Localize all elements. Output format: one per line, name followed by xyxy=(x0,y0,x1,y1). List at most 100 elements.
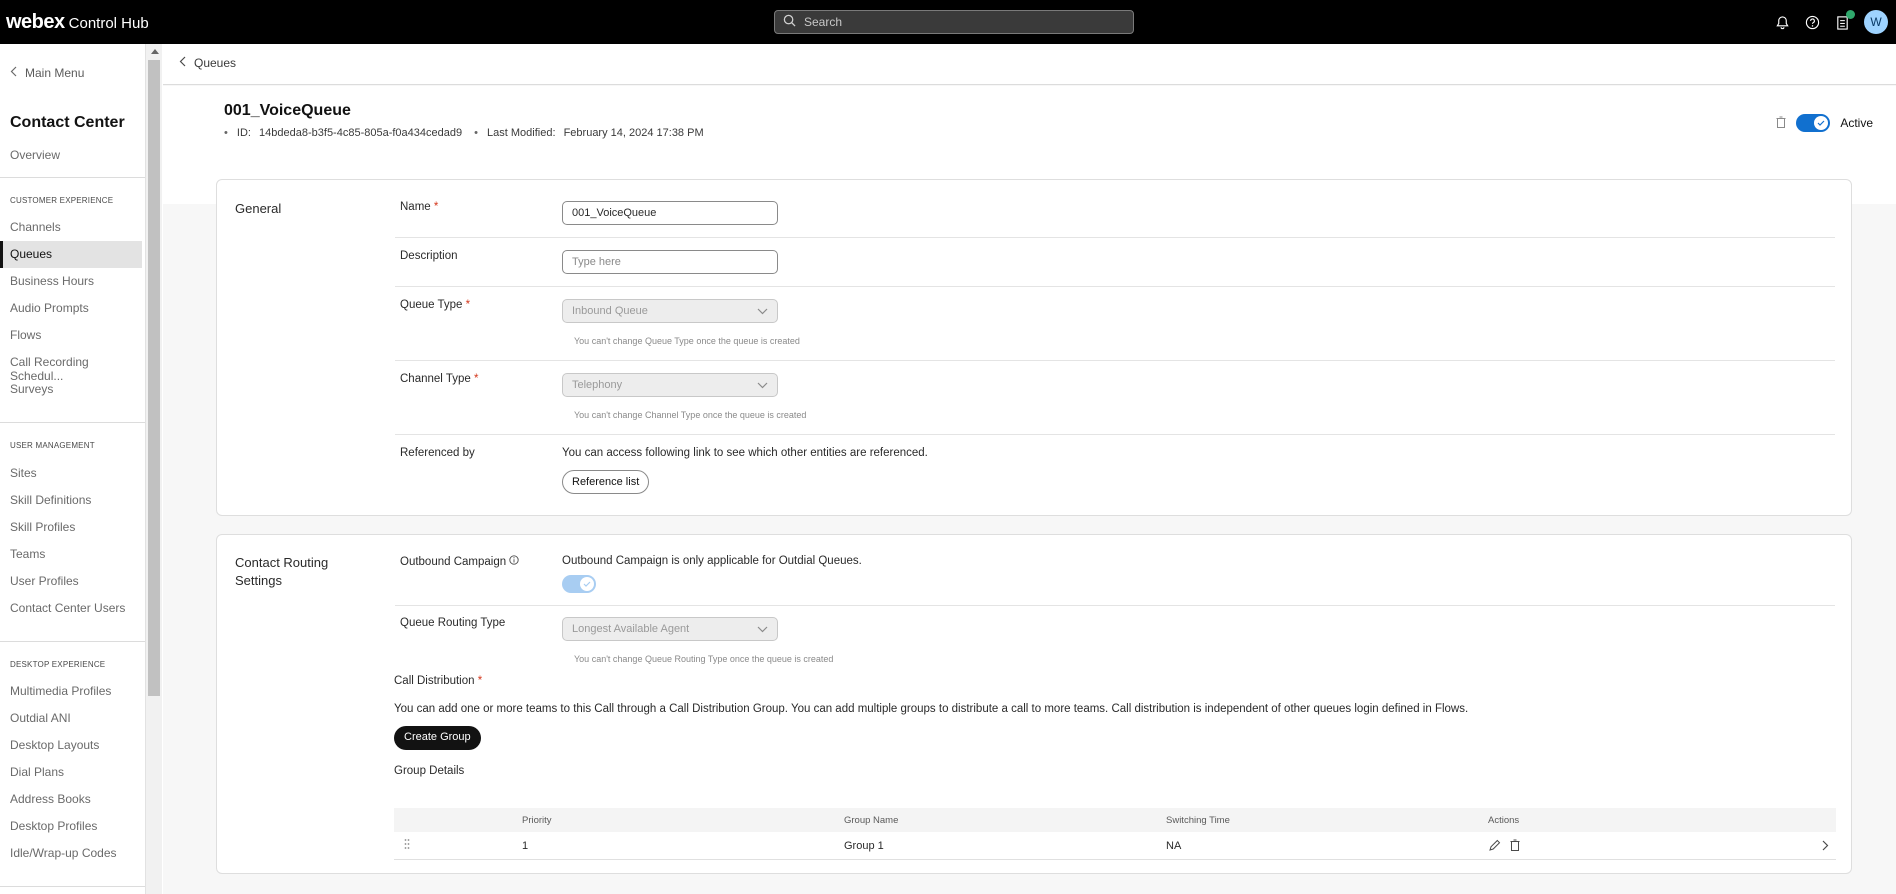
edit-icon[interactable] xyxy=(1488,839,1501,855)
column-header-priority[interactable]: Priority xyxy=(522,815,552,826)
search-placeholder: Search xyxy=(804,15,843,29)
channel-type-label: Channel Type * xyxy=(400,373,479,385)
sidebar-item-address-books[interactable]: Address Books xyxy=(10,792,91,806)
check-icon xyxy=(1814,116,1829,130)
sidebar-item-skill-profiles[interactable]: Skill Profiles xyxy=(10,520,75,534)
chevron-right-icon[interactable] xyxy=(1822,840,1829,854)
description-label: Description xyxy=(400,250,458,262)
breadcrumb[interactable]: Queues xyxy=(179,56,236,70)
sidebar-section-heading: USER MANAGEMENT xyxy=(10,441,95,450)
sidebar-item-business-hours[interactable]: Business Hours xyxy=(10,274,94,288)
channel-type-select[interactable]: Telephony xyxy=(562,373,778,397)
queue-status: Active xyxy=(1776,114,1873,132)
name-field[interactable]: 001_VoiceQueue xyxy=(562,201,778,225)
sidebar-item-audio-prompts[interactable]: Audio Prompts xyxy=(10,301,89,315)
row-divider xyxy=(395,434,1835,435)
last-modified-value: February 14, 2024 17:38 PM xyxy=(563,127,704,139)
sidebar-item-queues[interactable]: Queues xyxy=(10,247,52,261)
sidebar-item-call-recording[interactable]: Call Recording Schedul... xyxy=(10,355,145,383)
row-priority: 1 xyxy=(522,840,529,852)
group-table-header: Priority Group Name Switching Time Actio… xyxy=(394,808,1836,832)
table-row[interactable]: 1 Group 1 NA xyxy=(394,832,1836,860)
queue-last-modified: Last Modified: February 14, 2024 17:38 P… xyxy=(474,127,704,139)
queue-meta: ID: 14bdeda8-b3f5-4c85-805a-f0a434cedad9… xyxy=(224,127,704,139)
queue-type-hint: You can't change Queue Type once the que… xyxy=(574,336,800,346)
status-label: Active xyxy=(1840,116,1873,130)
breadcrumb-queues: Queues xyxy=(194,56,237,70)
bell-icon[interactable] xyxy=(1774,14,1790,30)
reference-list-button[interactable]: Reference list xyxy=(562,470,650,494)
contact-routing-card: Contact Routing Settings Outbound Campai… xyxy=(216,534,1852,874)
sidebar-item-contact-center-users[interactable]: Contact Center Users xyxy=(10,601,125,615)
outbound-campaign-toggle[interactable] xyxy=(562,575,596,593)
routing-section-title: Contact Routing Settings xyxy=(235,555,329,588)
queue-type-label: Queue Type * xyxy=(400,299,471,311)
sidebar-item-desktop-layouts[interactable]: Desktop Layouts xyxy=(10,738,99,752)
row-group-name: Group 1 xyxy=(844,840,884,852)
tasks-icon[interactable] xyxy=(1834,10,1855,30)
sidebar-section-heading: DESKTOP EXPERIENCE xyxy=(10,660,106,669)
sidebar-item-sites[interactable]: Sites xyxy=(10,466,37,480)
outbound-campaign-text: Outbound Campaign is only applicable for… xyxy=(562,555,862,567)
sidebar-divider xyxy=(0,886,145,887)
name-label: Name * xyxy=(400,201,439,213)
sidebar-item-surveys[interactable]: Surveys xyxy=(10,382,53,396)
column-header-group-name[interactable]: Group Name xyxy=(844,815,898,826)
sidebar-item-channels[interactable]: Channels xyxy=(10,220,61,234)
active-toggle[interactable] xyxy=(1796,114,1831,132)
delete-icon[interactable] xyxy=(1510,839,1520,854)
sidebar-item-outdial-ani[interactable]: Outdial ANI xyxy=(10,711,71,725)
create-group-button[interactable]: Create Group xyxy=(394,726,481,750)
column-header-switching-time[interactable]: Switching Time xyxy=(1166,815,1230,826)
info-icon[interactable] xyxy=(509,555,519,568)
search-input[interactable]: Search xyxy=(774,10,1134,34)
description-field[interactable]: Type here xyxy=(562,250,778,274)
call-distribution-label: Call Distribution * xyxy=(394,675,483,687)
row-divider xyxy=(395,360,1835,361)
sidebar-divider xyxy=(0,641,145,642)
main-menu-link[interactable]: Main Menu xyxy=(10,66,84,80)
queue-id: ID: 14bdeda8-b3f5-4c85-805a-f0a434cedad9 xyxy=(224,127,462,139)
chevron-down-icon xyxy=(757,380,768,392)
sidebar-divider xyxy=(0,422,145,423)
sidebar-item-user-profiles[interactable]: User Profiles xyxy=(10,574,79,588)
drag-handle-icon[interactable] xyxy=(404,838,410,853)
sidebar-section-heading: CUSTOMER EXPERIENCE xyxy=(10,196,114,205)
avatar[interactable]: W xyxy=(1864,10,1888,34)
scroll-up-arrow-icon[interactable] xyxy=(151,49,159,54)
general-card: General Name * 001_VoiceQueue Descriptio… xyxy=(216,179,1852,516)
sidebar-item-teams[interactable]: Teams xyxy=(10,547,45,561)
sidebar-item-skill-definitions[interactable]: Skill Definitions xyxy=(10,493,91,507)
brand[interactable]: webex Control Hub xyxy=(6,11,149,34)
queue-type-value: Inbound Queue xyxy=(572,305,648,317)
row-divider xyxy=(395,605,1835,606)
referenced-by-label: Referenced by xyxy=(400,447,475,459)
main-menu-label: Main Menu xyxy=(25,66,85,80)
chevron-left-icon xyxy=(179,56,186,70)
sidebar-item-desktop-profiles[interactable]: Desktop Profiles xyxy=(10,819,97,833)
chevron-down-icon xyxy=(757,306,768,318)
status-badge xyxy=(1846,10,1855,19)
last-modified-label: Last Modified: xyxy=(487,127,556,139)
check-icon xyxy=(580,577,594,591)
main-content: Queues 001_VoiceQueue ID: 14bdeda8-b3f5-… xyxy=(163,44,1896,894)
queue-routing-type-select[interactable]: Longest Available Agent xyxy=(562,617,778,641)
sidebar-title: Contact Center xyxy=(10,114,125,131)
row-divider xyxy=(395,286,1835,287)
delete-icon[interactable] xyxy=(1776,116,1786,131)
sidebar-item-overview[interactable]: Overview xyxy=(10,148,60,162)
outbound-campaign-label: Outbound Campaign xyxy=(400,555,519,568)
help-icon[interactable] xyxy=(1804,14,1820,30)
sidebar-item-flows[interactable]: Flows xyxy=(10,328,41,342)
sidebar-item-dial-plans[interactable]: Dial Plans xyxy=(10,765,64,779)
sidebar-item-idle-wrapup-codes[interactable]: Idle/Wrap-up Codes xyxy=(10,846,117,860)
sidebar-item-multimedia-profiles[interactable]: Multimedia Profiles xyxy=(10,684,111,698)
sidebar-scroll-thumb[interactable] xyxy=(148,60,160,696)
queue-id-value: 14bdeda8-b3f5-4c85-805a-f0a434cedad9 xyxy=(259,127,463,139)
queue-routing-type-hint: You can't change Queue Routing Type once… xyxy=(574,654,834,664)
queue-type-select[interactable]: Inbound Queue xyxy=(562,299,778,323)
queue-routing-type-label: Queue Routing Type xyxy=(400,617,506,629)
chevron-left-icon xyxy=(10,66,17,80)
call-distribution-text: You can add one or more teams to this Ca… xyxy=(394,703,1469,715)
row-switching-time: NA xyxy=(1166,840,1182,852)
